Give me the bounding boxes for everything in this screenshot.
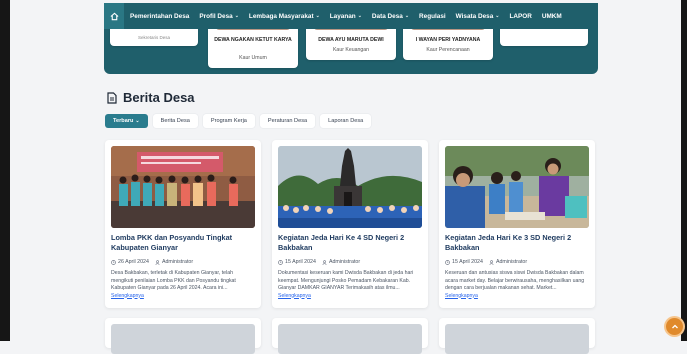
nav-item-regulasi[interactable]: Regulasi: [419, 13, 446, 20]
nav-label: Pemerintahan Desa: [130, 12, 190, 20]
nav-item-lapor[interactable]: LAPOR: [509, 13, 531, 20]
news-card[interactable]: [439, 318, 595, 354]
news-card[interactable]: [272, 318, 428, 354]
read-more-link[interactable]: Selengkapnya: [278, 293, 311, 299]
document-icon: [107, 91, 117, 104]
chevron-down-icon: ⌄: [357, 13, 362, 19]
nav-label: Profil Desa: [199, 12, 233, 20]
tab-berita-desa[interactable]: Berita Desa: [152, 114, 198, 128]
chevron-down-icon: ⌄: [234, 13, 239, 19]
news-title[interactable]: Lomba PKK dan Posyandu Tingkat Kabupaten…: [111, 233, 257, 253]
scroll-to-top-button[interactable]: [666, 318, 683, 335]
calendar-icon: [111, 259, 116, 265]
tab-peraturan-desa[interactable]: Peraturan Desa: [259, 114, 316, 128]
news-card[interactable]: Kegiatan Jeda Hari Ke 3 SD Negeri 2 Bakb…: [439, 140, 595, 308]
home-button[interactable]: [104, 3, 124, 29]
news-meta: 26 April 2024 Administrator: [111, 259, 193, 265]
calendar-icon: [278, 259, 283, 265]
nav-label: Lembaga Masyarakat: [248, 12, 314, 20]
news-card[interactable]: Kegiatan Jeda Hari Ke 4 SD Negeri 2 Bakb…: [272, 140, 428, 308]
nav-item-layanan[interactable]: Layanan ⌄: [330, 13, 362, 20]
tab-terbaru[interactable]: Terbaru ⌄: [105, 114, 148, 128]
official-name: DEWA NGAKAN KETUT KARYA: [214, 37, 292, 43]
news-excerpt: Keseruan dan antusias siswa siswi Dwisda…: [445, 270, 589, 300]
home-icon: [110, 12, 118, 20]
window-frame-left: [0, 0, 10, 341]
excerpt-text: Dokumentasi keseruan kami Dwisda Bakbaka…: [278, 270, 414, 291]
user-icon: [155, 259, 160, 265]
nav-label: Wisata Desa: [455, 12, 494, 20]
tab-program-kerja[interactable]: Program Kerja: [202, 114, 255, 128]
nav-label: Regulasi: [419, 12, 446, 20]
tab-label: Berita Desa: [160, 118, 190, 124]
news-image-placeholder: [278, 324, 422, 354]
news-date: 15 April 2024: [452, 259, 483, 265]
news-author: Administrator: [328, 259, 361, 265]
official-role: Kaur Umum: [239, 55, 267, 61]
news-excerpt: Desa Bakbakan, terletak di Kabupaten Gia…: [111, 270, 255, 300]
tab-label: Terbaru: [113, 118, 134, 124]
official-name: I WAYAN PERI YADNYANA: [415, 37, 481, 43]
nav-label: Data Desa: [371, 12, 403, 20]
nav-label: UMKM: [541, 12, 562, 20]
chevron-down-icon: ⌄: [404, 13, 410, 19]
news-image-placeholder: [445, 324, 589, 354]
tab-laporan-desa[interactable]: Laporan Desa: [320, 114, 372, 128]
nav-label: LAPOR: [509, 12, 532, 20]
official-role: Kaur Keuangan: [332, 47, 370, 53]
news-image[interactable]: [111, 146, 255, 228]
news-card[interactable]: Lomba PKK dan Posyandu Tingkat Kabupaten…: [105, 140, 261, 308]
excerpt-text: Keseruan dan antusias siswa siswi Dwisda…: [445, 270, 585, 291]
news-date: 26 April 2024: [118, 259, 149, 265]
window-frame-right: [681, 0, 687, 341]
news-image[interactable]: [278, 146, 422, 228]
official-card[interactable]: DEWA AYU MARUTA DEWI Kaur Keuangan: [306, 24, 396, 60]
nav-item-pemerintahan[interactable]: Pemerintahan Desa: [130, 13, 189, 20]
nav-label: Layanan: [329, 12, 356, 20]
tab-label: Peraturan Desa: [267, 118, 308, 124]
read-more-link[interactable]: Selengkapnya: [445, 293, 478, 299]
user-icon: [489, 259, 494, 265]
arrow-up-icon: [671, 324, 678, 328]
user-icon: [322, 259, 327, 265]
excerpt-text: Desa Bakbakan, terletak di Kabupaten Gia…: [111, 270, 236, 291]
nav-item-wisata[interactable]: Wisata Desa ⌄: [456, 13, 500, 20]
tab-label: Laporan Desa: [328, 118, 364, 124]
news-meta: 15 April 2024 Administrator: [445, 259, 527, 265]
news-image-placeholder: [111, 324, 255, 354]
calendar-icon: [445, 259, 450, 265]
news-image[interactable]: [445, 146, 589, 228]
chevron-down-icon: ⌄: [315, 13, 320, 19]
read-more-link[interactable]: Selengkapnya: [111, 293, 144, 299]
official-card[interactable]: DEWA NGAKAN KETUT KARYA Kaur Umum: [208, 24, 298, 68]
news-title[interactable]: Kegiatan Jeda Hari Ke 3 SD Negeri 2 Bakb…: [445, 233, 591, 253]
news-tabs: Terbaru ⌄ Berita Desa Program Kerja Perat…: [105, 114, 372, 128]
nav-item-profil[interactable]: Profil Desa ⌄: [199, 13, 239, 20]
official-card[interactable]: I WAYAN PERI YADNYANA Kaur Perencanaan: [403, 24, 493, 60]
main-navbar: Pemerintahan Desa Profil Desa ⌄ Lembaga M…: [104, 3, 598, 29]
news-excerpt: Dokumentasi keseruan kami Dwisda Bakbaka…: [278, 270, 422, 300]
official-role: Sekretaris Desa: [137, 35, 170, 40]
news-meta: 15 April 2024 Administrator: [278, 259, 360, 265]
news-card[interactable]: [105, 318, 261, 354]
section-title: Berita Desa: [123, 90, 195, 105]
nav-menu: Pemerintahan Desa Profil Desa ⌄ Lembaga M…: [124, 13, 572, 20]
official-name: DEWA AYU MARUTA DEWI: [318, 37, 384, 43]
news-author: Administrator: [495, 259, 528, 265]
tab-label: Program Kerja: [210, 118, 247, 124]
section-heading: Berita Desa: [107, 90, 195, 105]
nav-item-umkm[interactable]: UMKM: [542, 13, 562, 20]
chevron-down-icon: ⌄: [495, 13, 500, 19]
news-date: 15 April 2024: [285, 259, 316, 265]
news-author: Administrator: [161, 259, 194, 265]
news-title[interactable]: Kegiatan Jeda Hari Ke 4 SD Negeri 2 Bakb…: [278, 233, 424, 253]
chevron-down-icon: ⌄: [135, 118, 140, 124]
nav-item-lembaga[interactable]: Lembaga Masyarakat ⌄: [249, 13, 320, 20]
official-role: Kaur Perencanaan: [426, 47, 470, 53]
nav-item-data-desa[interactable]: Data Desa ⌄: [372, 13, 409, 20]
